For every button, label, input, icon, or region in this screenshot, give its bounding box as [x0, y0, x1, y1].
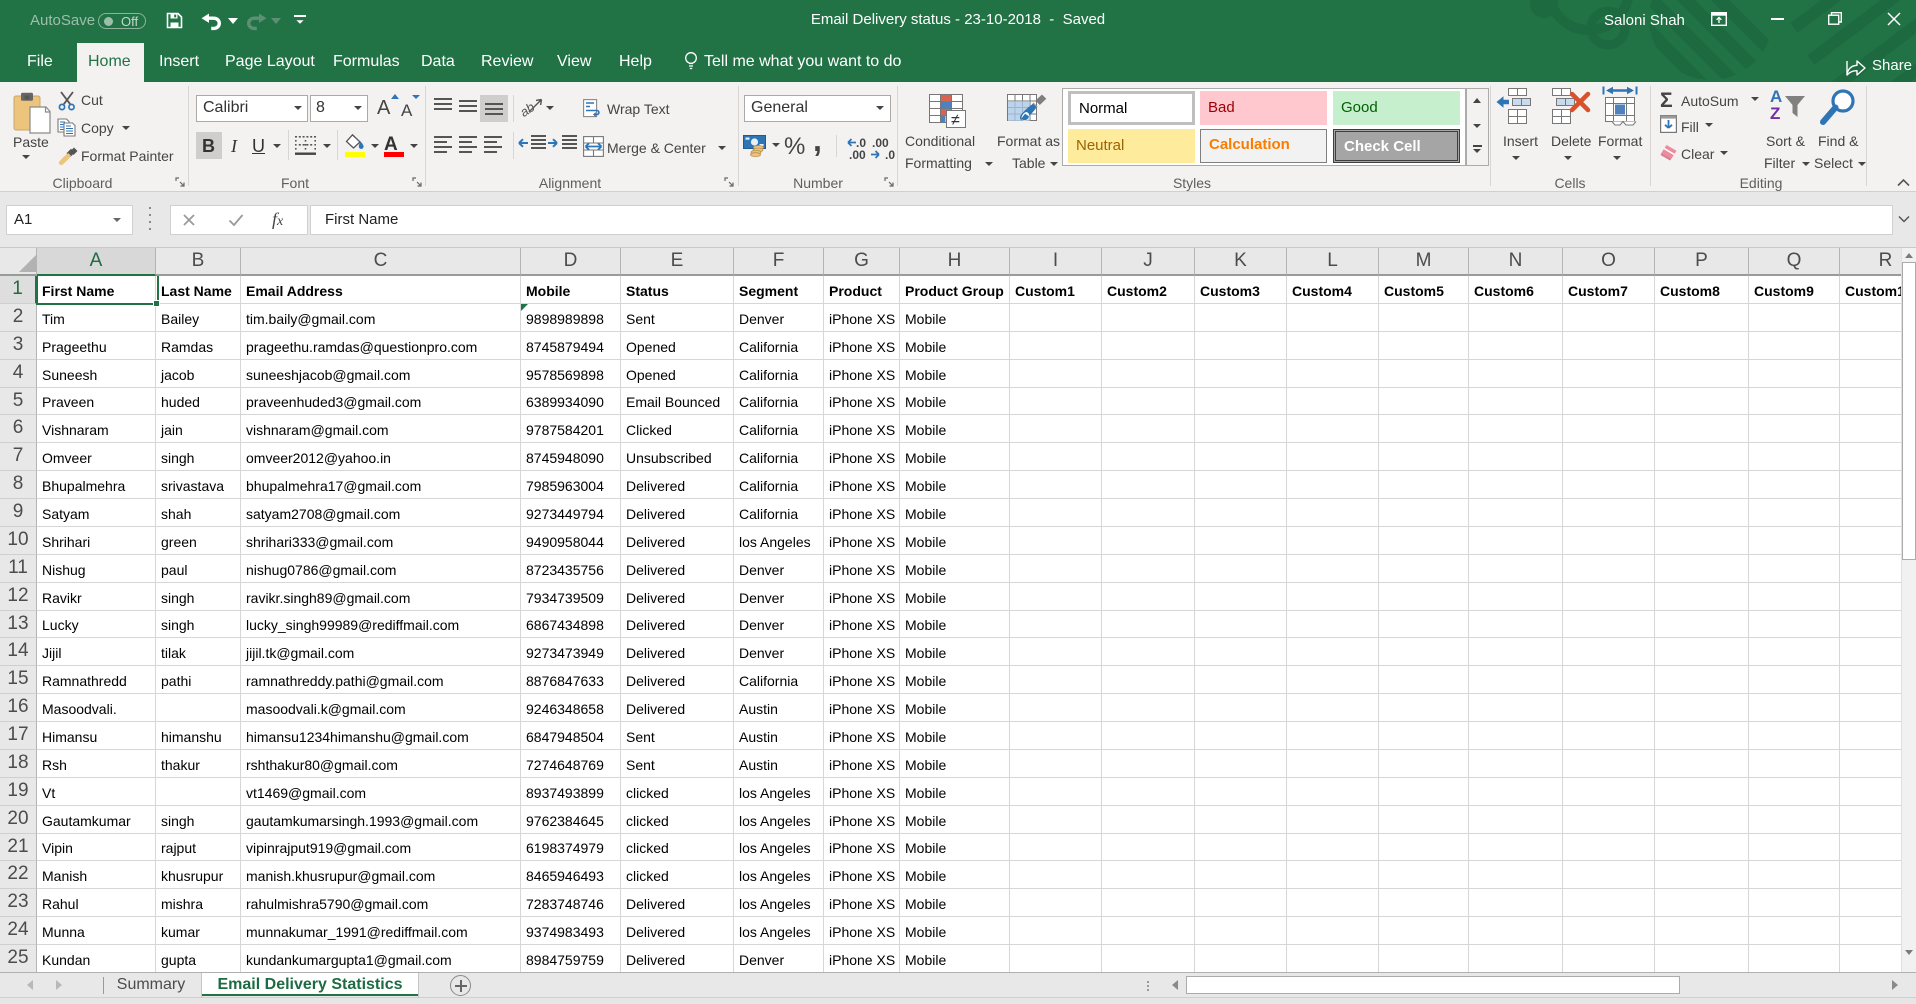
svg-text:≠: ≠ — [951, 112, 960, 129]
